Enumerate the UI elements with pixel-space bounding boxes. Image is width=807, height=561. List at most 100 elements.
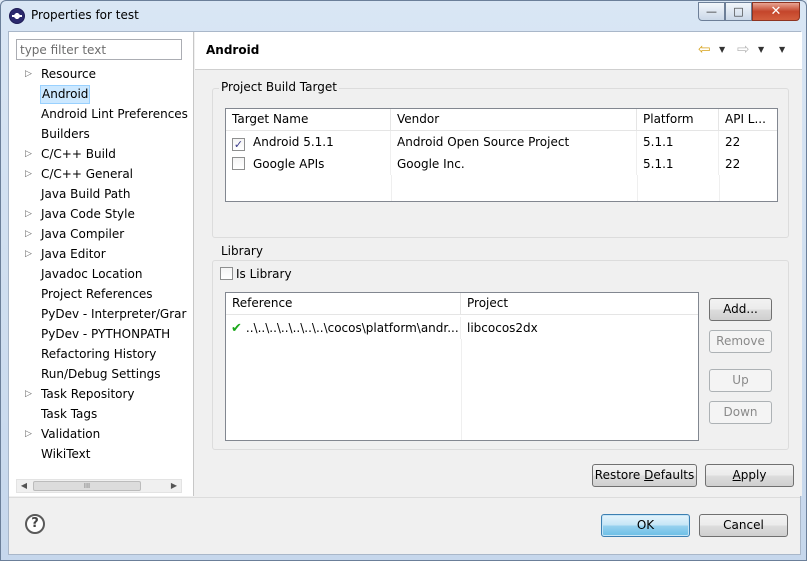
sidebar-item-label: Java Compiler xyxy=(41,227,125,241)
expand-arrow-icon[interactable]: ▷ xyxy=(25,144,35,164)
build-target-table-header: Target Name Vendor Platform API L... xyxy=(226,109,777,131)
sidebar-item-javadoc-location[interactable]: Javadoc Location xyxy=(9,264,193,284)
library-table-header: Reference Project xyxy=(226,293,698,315)
filter-input[interactable] xyxy=(16,39,182,60)
expand-arrow-icon[interactable]: ▷ xyxy=(25,204,35,224)
sidebar-item-label: PyDev - PYTHONPATH xyxy=(41,327,171,341)
properties-window: Properties for test — □ ✕ ▷ Resource Andro… xyxy=(0,0,807,561)
build-target-group-label: Project Build Target xyxy=(219,80,339,94)
sidebar-item-label: C/C++ General xyxy=(41,167,134,181)
table-row[interactable]: ✔ ..\..\..\..\..\..\..\cocos\platform\and… xyxy=(226,317,698,339)
move-down-button[interactable]: Down xyxy=(709,401,772,424)
move-up-button[interactable]: Up xyxy=(709,369,772,392)
table-row[interactable]: ✓ Android 5.1.1 Android Open Source Proje… xyxy=(226,131,777,153)
expand-arrow-icon[interactable]: ▷ xyxy=(25,224,35,244)
is-library-option[interactable]: Is Library xyxy=(220,265,292,283)
page-header: Android ⇦ ▼ ⇨ ▼ ▼ xyxy=(195,32,802,70)
window-title: Properties for test xyxy=(31,8,139,22)
api-level-cell: 22 xyxy=(725,157,741,171)
sidebar-item-label: Java Code Style xyxy=(41,207,135,221)
sidebar-item-java-build-path[interactable]: Java Build Path xyxy=(9,184,193,204)
reference-path: ..\..\..\..\..\..\..\cocos\platform\andr… xyxy=(245,321,459,335)
column-vendor[interactable]: Vendor xyxy=(391,109,637,131)
column-divider xyxy=(391,175,392,201)
sidebar-item-label: Validation xyxy=(41,427,101,441)
sidebar-item-label: Android Lint Preferences xyxy=(41,107,188,121)
sidebar-item-pydev-interpreter-grar[interactable]: PyDev - Interpreter/Grar xyxy=(9,304,193,324)
back-menu-chevron-icon[interactable]: ▼ xyxy=(719,45,725,54)
sidebar-item-label: PyDev - Interpreter/Grar xyxy=(41,307,187,321)
build-target-table[interactable]: Target Name Vendor Platform API L... ✓ An… xyxy=(225,108,778,202)
sidebar-item-label: Android xyxy=(40,85,91,104)
bottom-separator xyxy=(9,497,800,498)
sidebar-item-task-tags[interactable]: Task Tags xyxy=(9,404,193,424)
sidebar-item-java-compiler[interactable]: ▷ Java Compiler xyxy=(9,224,193,244)
column-target-name[interactable]: Target Name xyxy=(226,109,391,131)
column-platform[interactable]: Platform xyxy=(637,109,719,131)
is-library-checkbox[interactable] xyxy=(220,267,233,280)
target-name: Google APIs xyxy=(253,157,325,171)
sidebar-item-validation[interactable]: ▷ Validation xyxy=(9,424,193,444)
title-bar: Properties for test — □ ✕ xyxy=(1,1,806,31)
minimize-button[interactable]: — xyxy=(698,2,725,21)
dialog-client-area: ▷ Resource Android Android Lint Preferences… xyxy=(8,31,802,555)
remove-library-button[interactable]: Remove xyxy=(709,330,772,353)
target-checkbox[interactable]: ✓ xyxy=(232,138,245,151)
api-level-cell: 22 xyxy=(725,135,741,149)
help-icon[interactable]: ? xyxy=(25,514,45,534)
add-library-button[interactable]: Add... xyxy=(709,298,772,321)
forward-arrow-icon[interactable]: ⇨ xyxy=(737,41,750,57)
sidebar-item-java-editor[interactable]: ▷ Java Editor xyxy=(9,244,193,264)
vendor-cell: Android Open Source Project xyxy=(391,131,637,153)
check-icon: ✔ xyxy=(231,321,242,336)
sidebar-item-project-references[interactable]: Project References xyxy=(9,284,193,304)
view-menu-chevron-icon[interactable]: ▼ xyxy=(779,45,785,54)
scroll-thumb[interactable]: III xyxy=(33,481,141,491)
column-api-level[interactable]: API L... xyxy=(719,109,777,131)
expand-arrow-icon[interactable]: ▷ xyxy=(25,164,35,184)
sidebar-item-builders[interactable]: Builders xyxy=(9,124,193,144)
sidebar-item-label: Task Repository xyxy=(41,387,135,401)
close-button[interactable]: ✕ xyxy=(752,2,800,21)
column-reference[interactable]: Reference xyxy=(226,293,461,315)
target-name-cell: Google APIs xyxy=(226,153,391,175)
forward-menu-chevron-icon[interactable]: ▼ xyxy=(758,45,764,54)
sidebar-item-label: Project References xyxy=(41,287,153,301)
scroll-right-icon[interactable]: ▶ xyxy=(167,480,181,492)
sidebar-item-android-lint-preferences[interactable]: Android Lint Preferences xyxy=(9,104,193,124)
sidebar-item-wikitext[interactable]: WikiText xyxy=(9,444,193,464)
table-row[interactable]: Google APIs Google Inc. 5.1.1 22 xyxy=(226,153,777,175)
back-arrow-icon[interactable]: ⇦ xyxy=(698,41,711,57)
sidebar-item-resource[interactable]: ▷ Resource xyxy=(9,64,193,84)
sidebar-item-c-c-build[interactable]: ▷ C/C++ Build xyxy=(9,144,193,164)
expand-arrow-icon[interactable]: ▷ xyxy=(25,424,35,444)
apply-button[interactable]: Apply xyxy=(705,464,794,487)
expand-arrow-icon[interactable]: ▷ xyxy=(25,384,35,404)
library-reference-table[interactable]: Reference Project ✔ ..\..\..\..\..\..\..\… xyxy=(225,292,699,441)
expand-arrow-icon[interactable]: ▷ xyxy=(25,244,35,264)
sidebar-item-refactoring-history[interactable]: Refactoring History xyxy=(9,344,193,364)
preference-tree: ▷ Resource Android Android Lint Preferences… xyxy=(9,64,193,464)
sidebar-item-android[interactable]: Android xyxy=(9,84,193,104)
sidebar-item-pydev-pythonpath[interactable]: PyDev - PYTHONPATH xyxy=(9,324,193,344)
tree-horizontal-scrollbar[interactable]: ◀ III ▶ xyxy=(16,479,182,493)
sidebar-item-run-debug-settings[interactable]: Run/Debug Settings xyxy=(9,364,193,384)
sidebar-item-label: Task Tags xyxy=(41,407,98,421)
sidebar-item-label: Resource xyxy=(41,67,97,81)
sidebar-item-label: Java Editor xyxy=(41,247,106,261)
property-page: Android ⇦ ▼ ⇨ ▼ ▼ Project Build Target T… xyxy=(195,32,802,496)
sidebar-item-java-code-style[interactable]: ▷ Java Code Style xyxy=(9,204,193,224)
sidebar-item-task-repository[interactable]: ▷ Task Repository xyxy=(9,384,193,404)
sidebar-item-label: Javadoc Location xyxy=(41,267,143,281)
column-project[interactable]: Project xyxy=(461,293,698,315)
cancel-button[interactable]: Cancel xyxy=(699,514,788,537)
restore-defaults-button[interactable]: Restore Defaults xyxy=(592,464,697,487)
sidebar-item-c-c-general[interactable]: ▷ C/C++ General xyxy=(9,164,193,184)
target-checkbox[interactable] xyxy=(232,157,245,170)
scroll-left-icon[interactable]: ◀ xyxy=(17,480,31,492)
expand-arrow-icon[interactable]: ▷ xyxy=(25,64,35,84)
ok-button[interactable]: OK xyxy=(601,514,690,537)
page-title: Android xyxy=(206,43,260,57)
library-group-label: Library xyxy=(219,244,265,258)
maximize-button[interactable]: □ xyxy=(725,2,752,21)
